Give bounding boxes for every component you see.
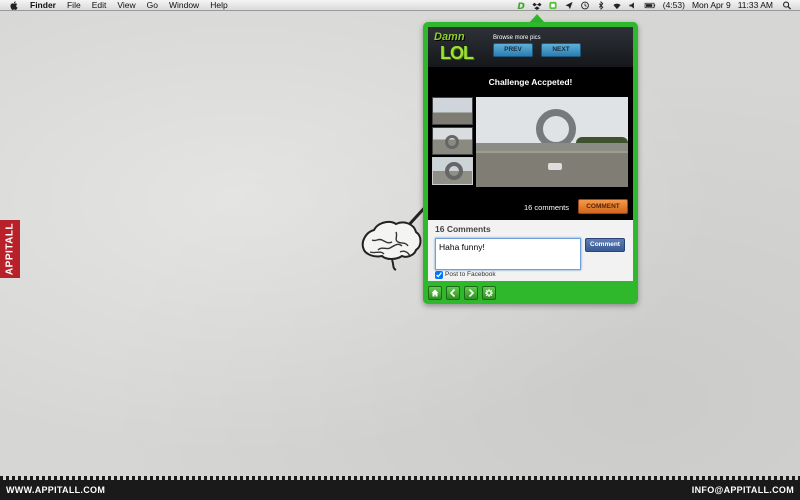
footer-bar: WWW.APPITALL.COM INFO@APPITALL.COM: [0, 476, 800, 500]
forward-arrow-icon: [468, 289, 475, 297]
evernote-icon[interactable]: [548, 1, 558, 10]
time-machine-icon[interactable]: [580, 1, 590, 10]
menu-finder[interactable]: Finder: [30, 0, 56, 11]
clock-day[interactable]: Mon Apr 9: [692, 0, 731, 11]
photo-title: Challenge Accpeted!: [488, 77, 573, 87]
post-to-facebook-checkbox[interactable]: [435, 271, 443, 279]
menu-window[interactable]: Window: [169, 0, 199, 11]
comment-input[interactable]: [435, 238, 581, 270]
battery-icon[interactable]: [644, 1, 656, 10]
clock-time[interactable]: 11:33 AM: [738, 0, 773, 11]
menu-bar: Finder File Edit View Go Window Help D (…: [0, 0, 800, 11]
popup-header: Damn LOL Browse more pics PREV NEXT: [428, 27, 633, 67]
logo-text-top: Damn: [434, 31, 465, 43]
location-icon[interactable]: [564, 1, 574, 10]
prev-button[interactable]: PREV: [493, 43, 533, 57]
back-arrow-icon: [449, 289, 456, 297]
comment-submit-button[interactable]: Comment: [585, 238, 625, 252]
menu-edit[interactable]: Edit: [92, 0, 107, 11]
thumbnail-1[interactable]: [432, 97, 473, 125]
comment-count: 16 comments: [524, 203, 570, 212]
loop-shape: [445, 162, 463, 180]
next-button[interactable]: NEXT: [541, 43, 581, 57]
photo-bridge: [476, 143, 628, 151]
back-button[interactable]: [446, 286, 460, 300]
svg-text:D: D: [517, 2, 525, 10]
dropbox-icon[interactable]: [532, 1, 542, 10]
thumbnail-3-selected[interactable]: [432, 157, 473, 185]
post-to-facebook-label: Post to Facebook: [445, 271, 496, 278]
comments-heading: 16 Comments: [435, 224, 491, 234]
photo-car: [548, 163, 562, 170]
home-button[interactable]: [428, 286, 442, 300]
menu-file[interactable]: File: [67, 0, 81, 11]
menu-view[interactable]: View: [117, 0, 135, 11]
footer-email-link[interactable]: INFO@APPITALL.COM: [692, 485, 794, 495]
wifi-icon[interactable]: [612, 1, 622, 10]
spotlight-search-icon[interactable]: [782, 1, 792, 10]
battery-time: (4:53): [662, 0, 685, 10]
status-area: D (4:53) Mon Apr 9 11:33 AM: [510, 0, 792, 11]
damnlol-logo[interactable]: Damn LOL: [434, 31, 482, 65]
popup-content: Damn LOL Browse more pics PREV NEXT Chal…: [428, 27, 633, 281]
settings-button[interactable]: [482, 286, 496, 300]
loop-shape: [445, 135, 459, 149]
damnlol-popup: Damn LOL Browse more pics PREV NEXT Chal…: [423, 22, 638, 304]
comment-button[interactable]: COMMENT: [578, 199, 628, 214]
bluetooth-icon[interactable]: [596, 1, 606, 10]
settings-icon: [485, 289, 493, 297]
footer-website-link[interactable]: WWW.APPITALL.COM: [6, 485, 105, 495]
logo-text-bottom: LOL: [440, 43, 474, 63]
thumbnail-2[interactable]: [432, 127, 473, 155]
side-tab-label: APPITALL: [4, 222, 16, 276]
volume-icon[interactable]: [628, 1, 638, 10]
apple-icon[interactable]: [10, 0, 18, 10]
menu-help[interactable]: Help: [210, 0, 227, 11]
home-icon: [431, 289, 439, 297]
forward-button[interactable]: [464, 286, 478, 300]
menu-go[interactable]: Go: [147, 0, 158, 11]
main-photo[interactable]: [476, 97, 628, 187]
appitall-side-tab[interactable]: APPITALL: [0, 220, 20, 278]
comments-panel: 16 Comments Comment Post to Facebook: [428, 220, 633, 281]
dammlol-icon[interactable]: D: [516, 1, 526, 10]
browse-label: Browse more pics: [493, 35, 541, 41]
